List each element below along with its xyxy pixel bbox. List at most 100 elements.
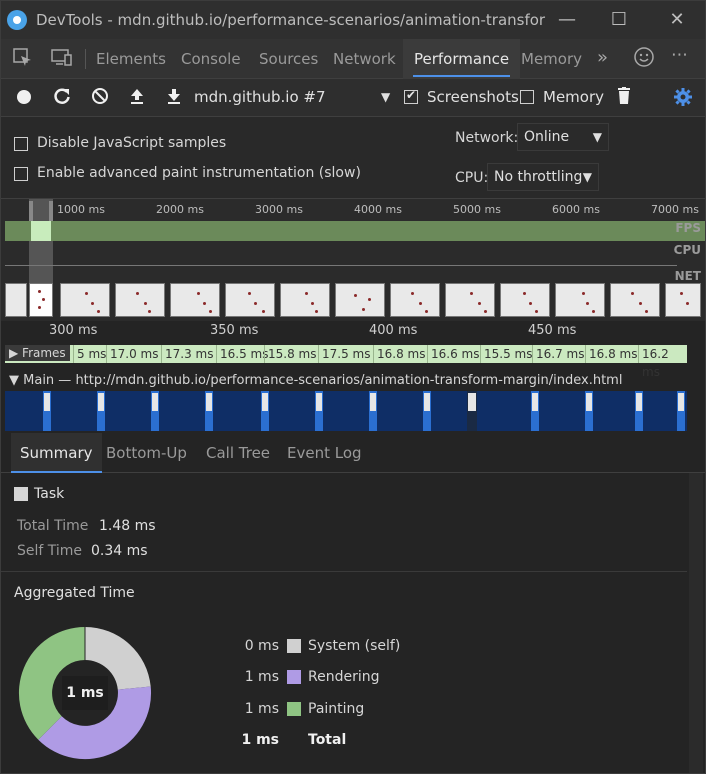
frame-cell[interactable]: 16.2 ms [638,345,687,379]
screenshot-thumbnail[interactable] [390,283,440,317]
tab-bottom-up[interactable]: Bottom-Up [106,433,187,473]
download-profile-icon[interactable] [165,87,183,110]
screenshot-thumbnail[interactable] [610,283,660,317]
frame-cell[interactable]: 16.8 ms [585,345,637,363]
task-block[interactable] [97,391,105,431]
frame-cell[interactable]: 5 ms [73,345,106,363]
screenshot-thumbnail[interactable] [500,283,550,317]
screenshots-checkbox[interactable] [404,88,418,104]
screenshot-thumbnail[interactable] [335,283,385,317]
task-block[interactable] [369,391,377,431]
reload-record-icon[interactable] [53,87,71,110]
advanced-paint-checkbox[interactable] [14,167,28,181]
close-button[interactable]: ✕ [657,7,697,33]
task-block[interactable] [43,391,51,431]
clear-icon[interactable] [91,87,109,110]
collect-garbage-icon[interactable] [616,87,632,110]
task-block[interactable] [423,391,431,431]
screenshot-thumbnail[interactable] [665,283,701,317]
disable-js-samples-checkbox[interactable] [14,137,28,151]
cpu-graph [5,265,677,266]
frame-cell[interactable]: 16.5 ms [216,345,268,363]
capture-settings-gear-icon[interactable] [673,87,693,112]
devtools-window: DevTools - mdn.github.io/performance-sce… [0,0,706,774]
maximize-button[interactable]: ☐ [599,7,639,33]
legend-swatch-painting [287,702,301,716]
screenshot-thumbnail[interactable] [60,283,110,317]
task-color-swatch [14,487,28,501]
tab-call-tree[interactable]: Call Tree [206,433,270,473]
frame-cell[interactable]: 15.5 ms [480,345,532,363]
legend-name-painting: Painting [308,701,365,717]
expand-triangle-icon: ▶ [9,346,23,360]
memory-checkbox[interactable] [520,90,534,104]
task-block[interactable] [585,391,593,431]
timeline-overview[interactable]: 1000 ms 2000 ms 3000 ms 4000 ms 5000 ms … [1,199,705,321]
screenshot-thumbnail[interactable] [170,283,220,317]
more-tabs-icon[interactable]: » [597,47,608,68]
inspect-element-icon[interactable] [13,48,33,73]
feedback-smiley-icon[interactable] [633,46,655,73]
collapse-triangle-icon: ▼ [9,373,24,388]
screenshot-thumbnail[interactable] [445,283,495,317]
self-time-label: Self Time [17,543,83,559]
tab-performance[interactable]: Performance [403,39,521,79]
legend-swatch-rendering [287,670,301,684]
network-throttle-select[interactable]: Online ▼ [517,123,609,151]
tab-network[interactable]: Network [333,39,396,79]
overview-tick-label: 3000 ms [255,203,303,216]
tab-summary[interactable]: Summary [11,433,102,473]
recording-dropdown-arrow-icon[interactable]: ▼ [381,90,390,104]
selection-right-handle[interactable] [49,201,53,221]
task-block-selected[interactable] [467,391,477,431]
tab-sources[interactable]: Sources [259,39,318,79]
main-thread-track[interactable] [5,391,687,431]
frame-cell[interactable]: 17.0 ms [106,345,158,363]
frames-track-header[interactable]: ▶ Frames [5,345,70,361]
frame-cell[interactable]: 16.6 ms [427,345,479,363]
overview-tick-label: 7000 ms [651,203,699,216]
frames-track-label: Frames [22,346,66,360]
timeline-detail[interactable]: 300 ms 350 ms 400 ms 450 ms 5 ms 17.0 ms… [1,321,705,433]
cpu-throttle-select[interactable]: No throttling ▼ [487,163,599,191]
main-thread-header[interactable]: ▼ Main — http://mdn.github.io/performanc… [9,373,622,388]
screenshot-thumbnail[interactable] [29,283,53,317]
frame-cell[interactable]: 17.3 ms [161,345,213,363]
recording-select[interactable]: mdn.github.io #7 [194,88,326,106]
frame-cell[interactable]: 16.8 ms [373,345,425,363]
tab-event-log[interactable]: Event Log [287,433,362,473]
task-block[interactable] [205,391,213,431]
screenshot-thumbnail[interactable] [280,283,330,317]
task-block[interactable] [635,391,643,431]
frame-cell[interactable]: 17.5 ms [318,345,370,363]
selection-left-handle[interactable] [29,201,33,221]
tab-console[interactable]: Console [181,39,241,79]
legend-name-system: System (self) [308,638,401,654]
tab-memory[interactable]: Memory [521,39,582,79]
frame-cell[interactable]: 15.8 ms [264,345,316,363]
screenshot-thumbnail[interactable] [555,283,605,317]
main-thread-label: Main — http://mdn.github.io/performance-… [23,373,623,388]
task-block[interactable] [151,391,159,431]
task-block[interactable] [261,391,269,431]
more-options-icon[interactable]: ⋯ [671,45,689,65]
screenshot-thumbnail[interactable] [225,283,275,317]
cpu-track-label: CPU [673,243,701,257]
screenshot-thumbnail[interactable] [115,283,165,317]
memory-label: Memory [543,88,605,106]
task-block[interactable] [531,391,539,431]
chevron-down-icon: ▼ [582,170,592,184]
minimize-button[interactable]: — [547,7,587,33]
tab-elements[interactable]: Elements [96,39,166,79]
upload-profile-icon[interactable] [128,87,146,110]
details-scrollbar[interactable] [689,473,703,773]
device-toolbar-icon[interactable] [51,49,73,72]
task-block[interactable] [315,391,323,431]
frame-cell[interactable]: 16.7 ms [532,345,584,363]
detail-tick-label: 300 ms [49,323,98,338]
record-icon[interactable] [15,88,33,111]
legend-swatch-system [287,639,301,653]
screenshot-thumbnail[interactable] [5,283,27,317]
frames-track[interactable]: 5 ms 17.0 ms 17.3 ms 16.5 ms 15.8 ms 17.… [5,345,687,379]
task-block[interactable] [677,391,685,431]
